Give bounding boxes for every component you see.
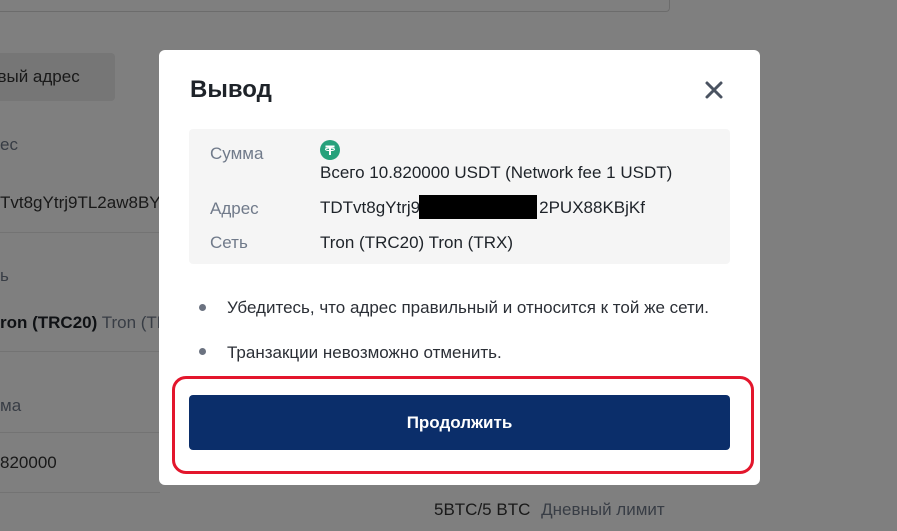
- amount-value: Всего 10.820000 USDT (Network fee 1 USDT…: [320, 163, 673, 182]
- note-address: Убедитесь, что адрес правильный и относи…: [227, 298, 710, 317]
- withdraw-details: Сумма Всего 10.820000 USDT (Network fee …: [189, 129, 730, 264]
- network-value: Tron (TRC20) Tron (TRX): [320, 233, 514, 252]
- bullet-icon: [199, 348, 206, 355]
- highlight-annotation: [172, 376, 754, 474]
- address-prefix: TDTvt8gYtrj9: [320, 198, 421, 217]
- modal-title: Вывод: [190, 76, 272, 103]
- amount-label: Сумма: [210, 144, 264, 163]
- address-label: Адрес: [210, 199, 259, 218]
- tether-icon: [320, 140, 340, 160]
- note-irreversible: Транзакции невозможно отменить.: [227, 343, 502, 362]
- redaction-bar: [419, 195, 537, 219]
- network-label: Сеть: [210, 233, 248, 252]
- bullet-icon: [199, 304, 206, 311]
- close-icon[interactable]: [701, 77, 727, 103]
- address-suffix: 2PUX88KBjKf: [539, 198, 645, 217]
